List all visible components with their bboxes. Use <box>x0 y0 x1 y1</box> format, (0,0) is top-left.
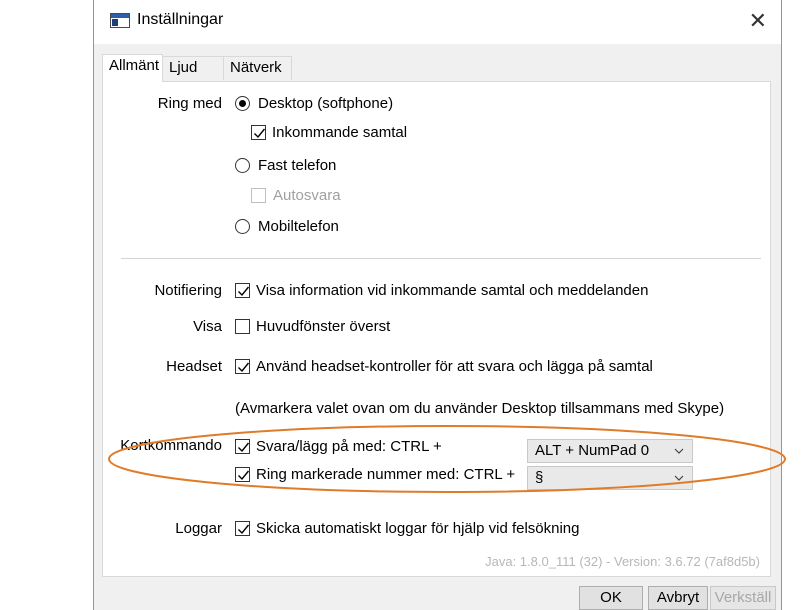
checkbox-ring-shortcut-label[interactable]: Ring markerade nummer med: CTRL + <box>256 466 515 483</box>
checkbox-incoming[interactable] <box>251 125 266 140</box>
check-icon <box>254 128 266 139</box>
tab-allmant[interactable]: Allmänt <box>102 54 163 82</box>
headset-note: (Avmarkera valet ovan om du använder Des… <box>235 400 725 417</box>
checkbox-logs[interactable] <box>235 521 250 536</box>
chevron-down-icon <box>674 448 684 454</box>
checkbox-incoming-label[interactable]: Inkommande samtal <box>272 124 407 141</box>
apply-button: Verkställ <box>710 586 776 610</box>
tab-ljud[interactable]: Ljud <box>162 56 224 80</box>
check-icon <box>238 470 250 481</box>
checkbox-headset-label[interactable]: Använd headset-kontroller för att svara … <box>256 358 653 375</box>
checkbox-ring-shortcut[interactable] <box>235 467 250 482</box>
show-label: Visa <box>193 318 222 335</box>
check-icon <box>238 524 250 535</box>
answer-shortcut-value: ALT + NumPad 0 <box>535 442 650 459</box>
separator <box>121 258 761 259</box>
checkbox-answer-shortcut[interactable] <box>235 439 250 454</box>
headset-label: Headset <box>166 358 222 375</box>
title-bar: Inställningar ✕ <box>94 0 781 44</box>
radio-desktop[interactable] <box>235 96 250 111</box>
checkbox-headset[interactable] <box>235 359 250 374</box>
ring-label: Ring med <box>157 95 222 112</box>
checkbox-on-top-label[interactable]: Huvudfönster överst <box>256 318 390 335</box>
ok-button[interactable]: OK <box>579 586 643 610</box>
settings-window: Inställningar ✕ Allmänt Ljud Nätverk Rin… <box>93 0 782 610</box>
check-icon <box>238 286 250 297</box>
close-icon[interactable]: ✕ <box>749 8 767 34</box>
radio-mobile-label[interactable]: Mobiltelefon <box>258 218 339 235</box>
check-icon <box>238 362 250 373</box>
checkbox-notify-label[interactable]: Visa information vid inkommande samtal o… <box>256 282 648 299</box>
checkbox-notify[interactable] <box>235 283 250 298</box>
checkbox-on-top[interactable] <box>235 319 250 334</box>
radio-mobile[interactable] <box>235 219 250 234</box>
window-title: Inställningar <box>137 11 224 28</box>
radio-fixed-label[interactable]: Fast telefon <box>258 157 336 174</box>
version-info: Java: 1.8.0_111 (32) - Version: 3.6.72 (… <box>485 554 760 569</box>
ring-shortcut-select[interactable]: § <box>527 466 693 490</box>
checkbox-logs-label[interactable]: Skicka automatiskt loggar för hjälp vid … <box>256 520 580 537</box>
radio-desktop-label[interactable]: Desktop (softphone) <box>258 95 393 112</box>
radio-fixed[interactable] <box>235 158 250 173</box>
tab-natverk[interactable]: Nätverk <box>223 56 292 80</box>
notify-label: Notifiering <box>154 282 222 299</box>
shortcut-label: Kortkommando <box>120 437 222 454</box>
ring-shortcut-value: § <box>535 469 544 486</box>
chevron-down-icon <box>674 475 684 481</box>
checkbox-autoanswer-label: Autosvara <box>273 187 341 204</box>
answer-shortcut-select[interactable]: ALT + NumPad 0 <box>527 439 693 463</box>
checkbox-autoanswer <box>251 188 266 203</box>
app-window-icon <box>110 13 130 28</box>
logs-label: Loggar <box>175 520 222 537</box>
general-panel: Ring med Desktop (softphone) Inkommande … <box>102 81 771 577</box>
check-icon <box>238 442 250 453</box>
checkbox-answer-shortcut-label[interactable]: Svara/lägg på med: CTRL + <box>256 438 442 455</box>
cancel-button[interactable]: Avbryt <box>648 586 708 610</box>
